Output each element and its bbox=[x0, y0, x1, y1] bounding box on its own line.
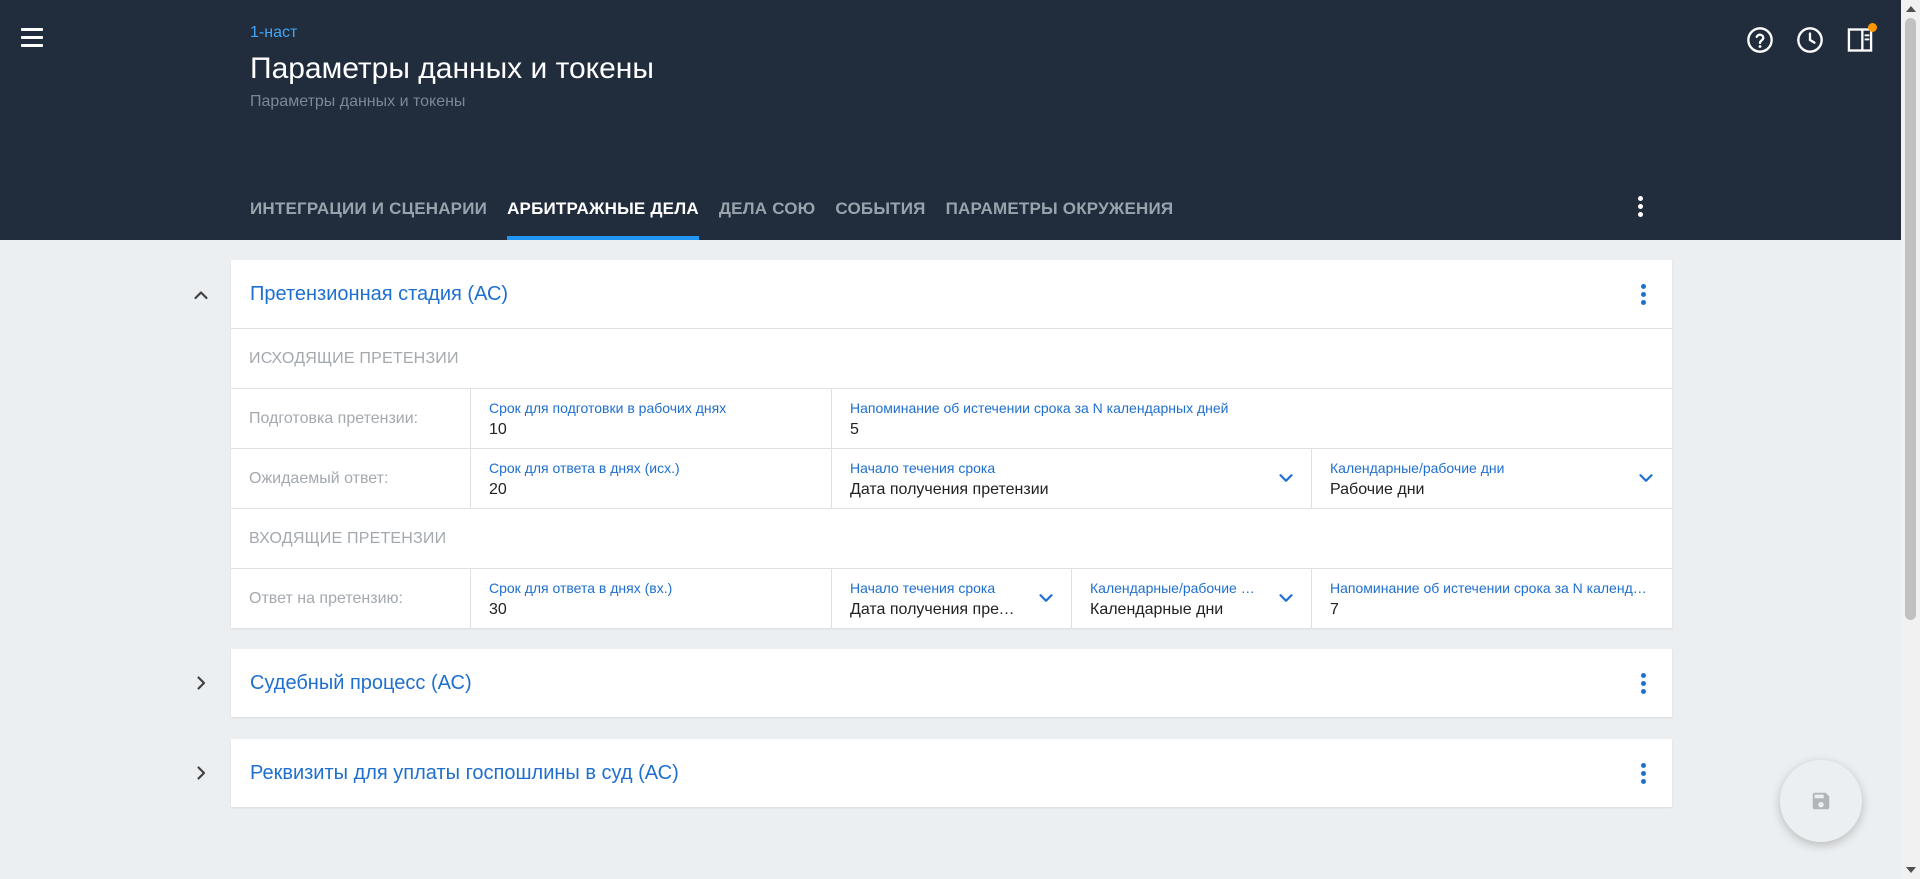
row-label: Ожидаемый ответ: bbox=[231, 449, 471, 508]
expected-deadline-field[interactable]: Срок для ответа в днях (исх.) 20 bbox=[471, 449, 832, 508]
field-value[interactable]: Календарные дни bbox=[1090, 600, 1293, 620]
tab-integrations[interactable]: ИНТЕГРАЦИИ И СЦЕНАРИИ bbox=[250, 186, 487, 240]
more-vert-icon[interactable] bbox=[1638, 673, 1648, 697]
chevron-down-icon[interactable] bbox=[1275, 467, 1297, 489]
row-label: Подготовка претензии: bbox=[231, 389, 471, 448]
row-label: Ответ на претензию: bbox=[231, 569, 471, 628]
prep-reminder-field[interactable]: Напоминание об истечении срока за N кале… bbox=[832, 389, 1671, 448]
settings-row: Ответ на претензию: Срок для ответа в дн… bbox=[231, 568, 1672, 628]
section-label-incoming: ВХОДЯЩИЕ ПРЕТЕНЗИИ bbox=[231, 508, 1672, 568]
prep-deadline-field[interactable]: Срок для подготовки в рабочих днях 10 bbox=[471, 389, 832, 448]
page-title: Параметры данных и токены bbox=[250, 52, 654, 85]
settings-row: Подготовка претензии: Срок для подготовк… bbox=[231, 388, 1672, 448]
chevron-down-icon[interactable] bbox=[1635, 467, 1657, 489]
menu-icon[interactable] bbox=[18, 28, 48, 52]
settings-row: Ожидаемый ответ: Срок для ответа в днях … bbox=[231, 448, 1672, 508]
collapse-chevron-icon[interactable] bbox=[189, 283, 213, 307]
field-value[interactable]: 10 bbox=[489, 420, 813, 440]
scrollbar[interactable] bbox=[1901, 0, 1920, 879]
app-header: 1-наст Параметры данных и токены Парамет… bbox=[0, 0, 1901, 240]
tabs-more-icon[interactable] bbox=[1628, 196, 1652, 226]
panel-icon[interactable] bbox=[1846, 23, 1877, 54]
field-label: Начало течения срока bbox=[850, 580, 996, 596]
field-label: Срок для ответа в днях (исх.) bbox=[489, 460, 680, 476]
field-label: Календарные/рабочие дни bbox=[1330, 460, 1505, 476]
answer-reminder-field[interactable]: Напоминание об истечении срока за N кале… bbox=[1312, 569, 1671, 628]
page-subtitle: Параметры данных и токены bbox=[250, 93, 466, 110]
field-value[interactable]: 7 bbox=[1330, 600, 1653, 620]
more-vert-icon[interactable] bbox=[1638, 763, 1648, 787]
field-label: Напоминание об истечении срока за N кале… bbox=[850, 400, 1229, 416]
field-label: Срок для подготовки в рабочих днях bbox=[489, 400, 727, 416]
field-value[interactable]: 20 bbox=[489, 480, 813, 500]
field-value[interactable]: 5 bbox=[850, 420, 1653, 440]
notification-dot bbox=[1868, 23, 1877, 32]
tab-general-court[interactable]: ДЕЛА СОЮ bbox=[719, 186, 816, 240]
scroll-thumb[interactable] bbox=[1905, 18, 1916, 620]
panel-header[interactable]: Реквизиты для уплаты госпошлины в суд (А… bbox=[231, 739, 1672, 807]
tab-events[interactable]: СОБЫТИЯ bbox=[835, 186, 925, 240]
history-icon[interactable] bbox=[1796, 26, 1824, 54]
field-value[interactable]: Рабочие дни bbox=[1330, 480, 1653, 500]
court-process-panel: Судебный процесс (АС) bbox=[231, 649, 1672, 717]
chevron-down-icon[interactable] bbox=[1035, 587, 1057, 609]
tab-arbitration[interactable]: АРБИТРАЖНЫЕ ДЕЛА bbox=[507, 186, 699, 240]
field-label: Календарные/рабочие дни bbox=[1090, 580, 1265, 596]
field-value[interactable]: Дата получения претензии bbox=[850, 480, 1293, 500]
panel-title[interactable]: Претензионная стадия (АС) bbox=[250, 283, 508, 306]
help-icon[interactable] bbox=[1746, 26, 1774, 54]
answer-days-select[interactable]: Календарные/рабочие дни Календарные дни bbox=[1072, 569, 1312, 628]
chevron-down-icon[interactable] bbox=[1275, 587, 1297, 609]
answer-deadline-field[interactable]: Срок для ответа в днях (вх.) 30 bbox=[471, 569, 832, 628]
section-label-outgoing: ИСХОДЯЩИЕ ПРЕТЕНЗИИ bbox=[231, 328, 1672, 388]
expand-chevron-icon[interactable] bbox=[189, 761, 213, 785]
answer-start-select[interactable]: Начало течения срока Дата получения прет… bbox=[832, 569, 1072, 628]
field-value[interactable]: 30 bbox=[489, 600, 813, 620]
expected-start-select[interactable]: Начало течения срока Дата получения прет… bbox=[832, 449, 1312, 508]
panel-title[interactable]: Реквизиты для уплаты госпошлины в суд (А… bbox=[250, 762, 679, 785]
expand-chevron-icon[interactable] bbox=[189, 671, 213, 695]
scroll-up-arrow[interactable] bbox=[1906, 6, 1916, 12]
tab-environment[interactable]: ПАРАМЕТРЫ ОКРУЖЕНИЯ bbox=[946, 186, 1174, 240]
save-button[interactable] bbox=[1780, 760, 1862, 842]
field-label: Напоминание об истечении срока за N кале… bbox=[1330, 580, 1653, 596]
panel-title[interactable]: Судебный процесс (АС) bbox=[250, 672, 472, 695]
field-label: Срок для ответа в днях (вх.) bbox=[489, 580, 673, 596]
tab-bar: ИНТЕГРАЦИИ И СЦЕНАРИИ АРБИТРАЖНЫЕ ДЕЛА Д… bbox=[250, 186, 1193, 240]
expected-days-select[interactable]: Календарные/рабочие дни Рабочие дни bbox=[1312, 449, 1671, 508]
scroll-down-arrow[interactable] bbox=[1906, 867, 1916, 873]
panel-header[interactable]: Судебный процесс (АС) bbox=[231, 649, 1672, 717]
panel-header[interactable]: Претензионная стадия (АС) bbox=[231, 260, 1672, 328]
more-vert-icon[interactable] bbox=[1638, 284, 1648, 308]
breadcrumb[interactable]: 1-наст bbox=[250, 24, 297, 42]
save-icon bbox=[1812, 792, 1830, 810]
field-value[interactable]: Дата получения претензии bbox=[850, 600, 1053, 620]
claim-stage-panel: Претензионная стадия (АС) ИСХОДЯЩИЕ ПРЕТ… bbox=[231, 260, 1672, 628]
court-fee-panel: Реквизиты для уплаты госпошлины в суд (А… bbox=[231, 739, 1672, 807]
field-label: Начало течения срока bbox=[850, 460, 996, 476]
